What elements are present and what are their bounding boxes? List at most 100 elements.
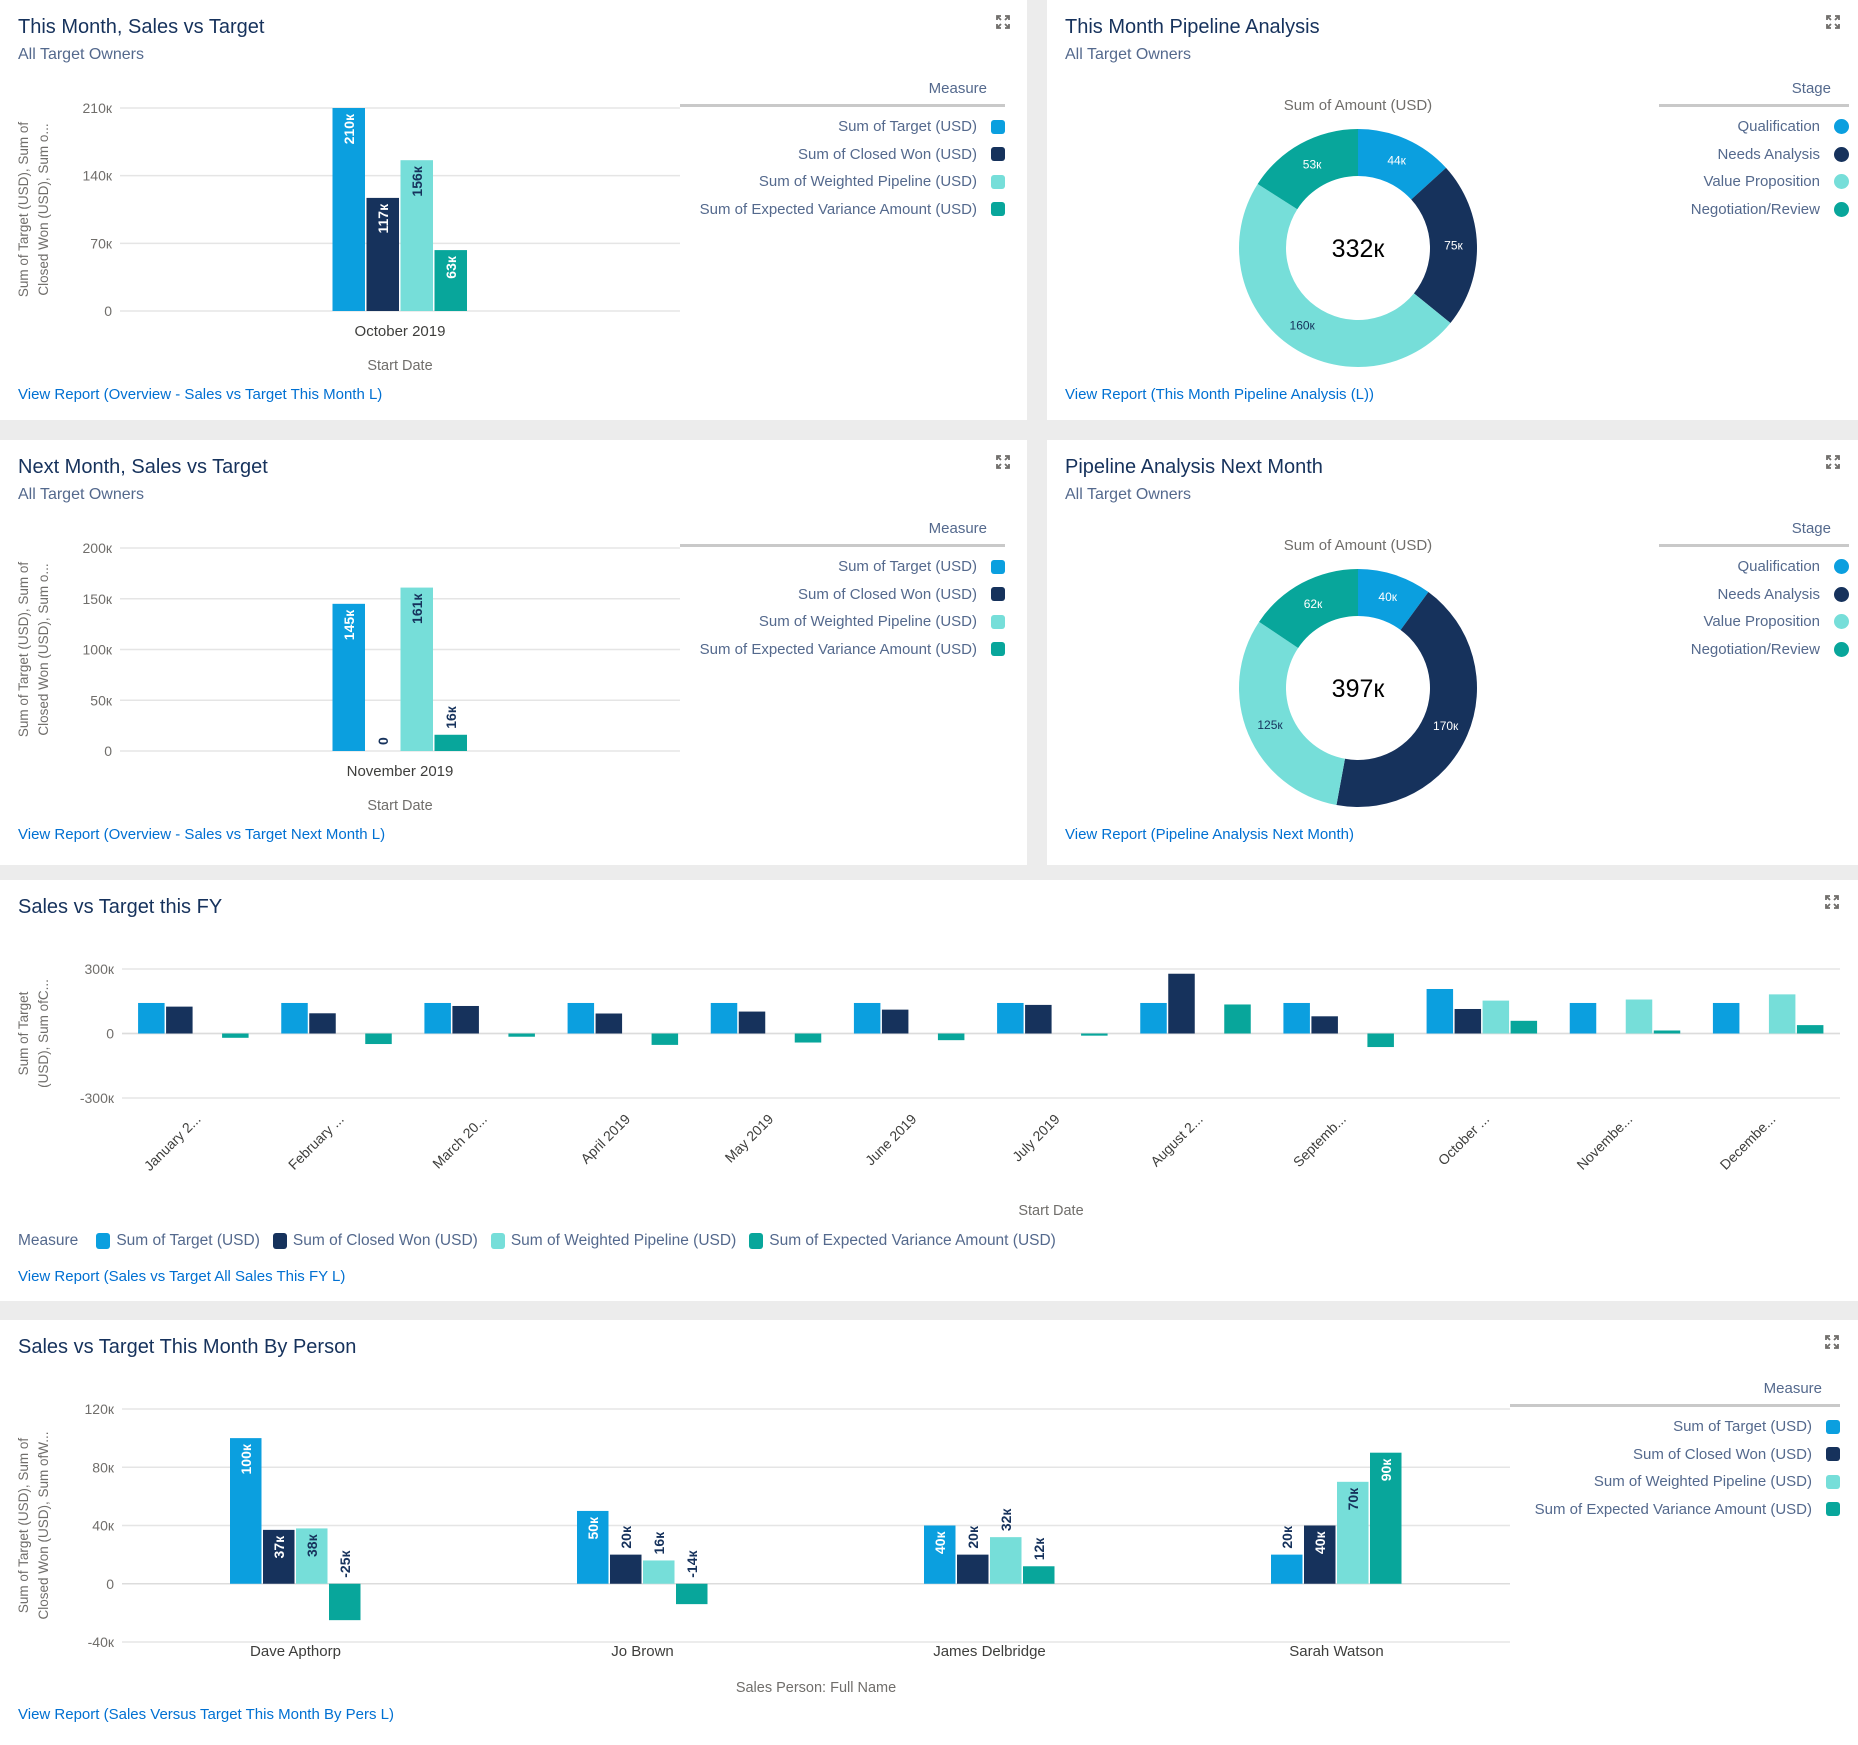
legend-item-closed-won[interactable]: Sum of Closed Won (USD) [1510,1441,1840,1469]
bar-expected-variance[interactable] [329,1583,361,1621]
expand-icon[interactable] [1825,454,1841,470]
bar-closed-won[interactable] [738,1011,766,1034]
bar-expected-variance[interactable] [937,1033,965,1041]
legend-item-closed-won[interactable]: Sum of Closed Won (USD) [680,141,1005,169]
bar-closed-won[interactable] [1025,1004,1052,1034]
bar-weighted-pipeline[interactable] [1482,1000,1510,1034]
donut-slice-value-proposition[interactable] [1239,621,1345,806]
legend-item-qualification[interactable]: Qualification [1659,553,1849,581]
data-label: 12к [1031,1537,1047,1561]
bar-target[interactable] [1569,1002,1597,1034]
legend-item-needs-analysis[interactable]: Needs Analysis [1659,141,1849,169]
legend-swatch [1834,174,1849,190]
x-tick-label: October 2019 [355,323,446,340]
bar-expected-variance[interactable] [794,1033,822,1043]
view-report-link[interactable]: View Report (This Month Pipeline Analysi… [1065,386,1374,403]
bar-target[interactable] [710,1002,738,1034]
slice-label: 75к [1444,238,1463,252]
view-report-link[interactable]: View Report (Pipeline Analysis Next Mont… [1065,826,1354,843]
legend-item-negotiation-review[interactable]: Negotiation/Review [1659,636,1849,664]
bar-expected-variance[interactable] [222,1033,249,1038]
bar-closed-won[interactable] [957,1554,989,1584]
legend-item-weighted-pipeline[interactable]: Sum of Weighted Pipeline (USD) [490,1232,736,1250]
bar-target[interactable] [1140,1002,1167,1034]
legend-item-expected-variance[interactable]: Sum of Expected Variance Amount (USD) [1510,1496,1840,1524]
bar-target[interactable] [997,1002,1024,1034]
bar-target[interactable] [1712,1002,1740,1034]
legend-item-target[interactable]: Sum of Target (USD) [680,113,1005,141]
bar-closed-won[interactable] [1311,1016,1338,1034]
bar-expected-variance[interactable] [434,734,468,751]
bar-closed-won[interactable] [1454,1008,1482,1034]
legend-item-value-proposition[interactable]: Value Proposition [1659,608,1849,636]
legend-item-negotiation-review[interactable]: Negotiation/Review [1659,196,1849,224]
expand-icon[interactable] [995,454,1011,470]
bar-expected-variance[interactable] [1653,1030,1681,1034]
view-report-link[interactable]: View Report (Overview - Sales vs Target … [18,826,385,843]
legend-item-target[interactable]: Sum of Target (USD) [1510,1413,1840,1441]
legend-swatch [1826,1502,1840,1517]
expand-icon[interactable] [1825,14,1841,30]
bar-closed-won[interactable] [595,1013,623,1034]
legend-swatch [991,559,1005,574]
expand-icon[interactable] [1824,1334,1840,1350]
legend-item-closed-won[interactable]: Sum of Closed Won (USD) [680,581,1005,609]
legend-item-expected-variance[interactable]: Sum of Expected Variance Amount (USD) [680,636,1005,664]
legend-item-target[interactable]: Sum of Target (USD) [96,1232,260,1250]
bar-expected-variance[interactable] [676,1583,708,1605]
legend-item-expected-variance[interactable]: Sum of Expected Variance Amount (USD) [749,1232,1056,1250]
bar-target[interactable] [424,1002,451,1034]
legend-item-weighted-pipeline[interactable]: Sum of Weighted Pipeline (USD) [1510,1468,1840,1496]
bar-group-novembe [1569,999,1681,1034]
legend-item-needs-analysis[interactable]: Needs Analysis [1659,581,1849,609]
legend-item-weighted-pipeline[interactable]: Sum of Weighted Pipeline (USD) [680,168,1005,196]
bar-expected-variance[interactable] [1796,1025,1824,1034]
bar-expected-variance[interactable] [508,1033,535,1037]
bar-closed-won[interactable] [1168,973,1195,1034]
bar-target[interactable] [567,1002,595,1034]
legend-swatch [991,614,1005,629]
x-tick-label: May 2019 [722,1111,777,1166]
legend-item-closed-won[interactable]: Sum of Closed Won (USD) [272,1232,478,1250]
bar-expected-variance[interactable] [1081,1033,1108,1036]
bar-closed-won[interactable] [166,1006,193,1034]
legend-swatch [1834,559,1849,575]
bar-target[interactable] [138,1002,165,1034]
legend-item-value-proposition[interactable]: Value Proposition [1659,168,1849,196]
view-report-link[interactable]: View Report (Sales vs Target All Sales T… [18,1268,345,1285]
bar-closed-won[interactable] [610,1554,642,1584]
view-report-link[interactable]: View Report (Sales Versus Target This Mo… [18,1706,394,1723]
bar-expected-variance[interactable] [651,1033,679,1045]
bar-expected-variance[interactable] [365,1033,392,1045]
data-label: 40к [932,1531,948,1555]
legend-item-qualification[interactable]: Qualification [1659,113,1849,141]
legend-title: Measure [1763,1380,1822,1397]
y-tick-label: 40к [92,1518,115,1534]
bar-target[interactable] [1283,1002,1310,1034]
expand-icon[interactable] [995,14,1011,30]
bar-expected-variance[interactable] [1510,1020,1538,1034]
bar-group-february [281,1002,392,1045]
bar-weighted-pipeline[interactable] [1625,999,1653,1034]
bar-weighted-pipeline[interactable] [990,1537,1022,1584]
bar-closed-won[interactable] [452,1005,479,1034]
legend-item-target[interactable]: Sum of Target (USD) [680,553,1005,581]
legend-item-weighted-pipeline[interactable]: Sum of Weighted Pipeline (USD) [680,608,1005,636]
bar-closed-won[interactable] [309,1013,336,1034]
bar-expected-variance[interactable] [1367,1033,1394,1048]
bar-weighted-pipeline[interactable] [643,1560,675,1584]
bar-expected-variance[interactable] [1224,1004,1251,1034]
legend-swatch [991,174,1005,189]
donut-slice-value-proposition[interactable] [1238,184,1451,368]
data-label: 90к [1378,1458,1394,1482]
x-axis-label: Start Date [367,358,432,374]
bar-weighted-pipeline[interactable] [1768,994,1796,1034]
bar-target[interactable] [853,1002,881,1034]
bar-closed-won[interactable] [881,1009,909,1034]
bar-target[interactable] [1426,988,1454,1034]
bar-expected-variance[interactable] [1023,1566,1055,1584]
view-report-link[interactable]: View Report (Overview - Sales vs Target … [18,386,382,403]
bar-target[interactable] [1271,1554,1303,1584]
bar-target[interactable] [281,1002,308,1034]
legend-item-expected-variance[interactable]: Sum of Expected Variance Amount (USD) [680,196,1005,224]
